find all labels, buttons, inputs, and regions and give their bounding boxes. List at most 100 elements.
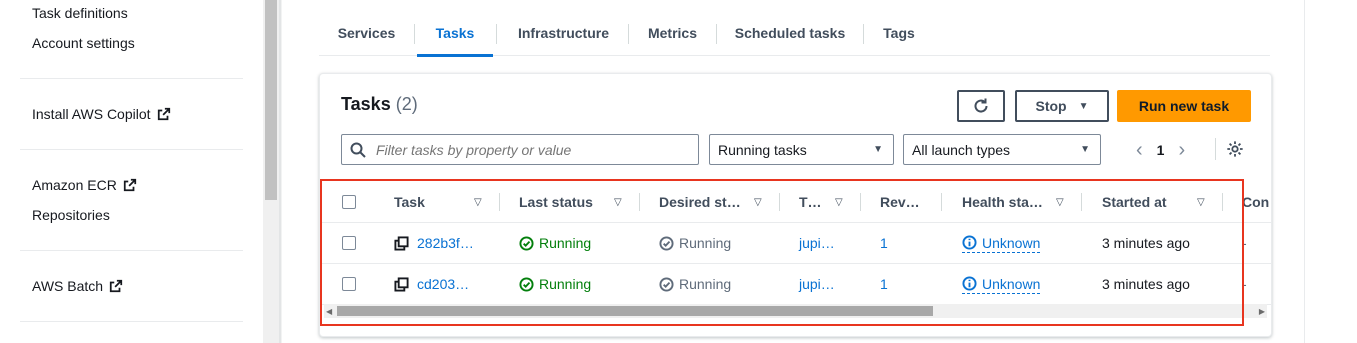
nav-link-amazon-ecr[interactable]: Amazon ECR (32, 177, 137, 193)
sort-icon[interactable]: ▽ (835, 182, 843, 222)
table-row: cd203… Running Running jupi… 1 Unknown 3… (320, 264, 1271, 305)
table-row: 282b3f… Running Running jupi… 1 Unknown … (320, 223, 1271, 264)
sort-icon[interactable]: ▽ (1197, 182, 1205, 222)
column-separator[interactable] (499, 193, 500, 211)
sort-icon[interactable]: ▽ (754, 182, 762, 222)
sort-icon[interactable]: ▽ (474, 182, 482, 222)
external-link-icon (123, 178, 136, 192)
task-count: (2) (395, 94, 418, 114)
column-separator[interactable] (941, 193, 942, 211)
column-header-task[interactable]: Task (394, 182, 425, 222)
scrollbar-thumb[interactable] (337, 306, 933, 316)
tab-tags[interactable]: Tags (864, 10, 934, 56)
nav-divider (20, 78, 243, 79)
task-definition-link[interactable]: jupi… (799, 223, 835, 263)
revision-link[interactable]: 1 (880, 223, 888, 263)
pagination: ‹ 1 › (1136, 136, 1185, 164)
column-header-last-status[interactable]: Last status (519, 182, 593, 222)
main-content: Services Tasks Infrastructure Metrics Sc… (282, 0, 1304, 343)
next-page-icon[interactable]: › (1178, 139, 1185, 162)
table-header-row: Task ▽ Last status ▽ Desired st… ▽ T… ▽ … (320, 182, 1271, 223)
revision-text: 1 (880, 235, 888, 251)
column-separator[interactable] (860, 193, 861, 211)
desired-status-select[interactable]: Running tasks ▼ (709, 134, 894, 165)
task-definition-link[interactable]: jupi… (799, 264, 835, 304)
nav-link-label: Install AWS Copilot (32, 106, 151, 122)
run-new-task-button[interactable]: Run new task (1117, 90, 1251, 122)
tab-tasks[interactable]: Tasks (417, 10, 493, 57)
tab-label: Scheduled tasks (734, 25, 846, 41)
filter-tasks-input[interactable] (374, 140, 688, 159)
tab-label: Infrastructure (517, 25, 610, 41)
tab-scheduled-tasks[interactable]: Scheduled tasks (717, 10, 863, 56)
column-separator[interactable] (1081, 193, 1082, 211)
container-cell: - (1242, 264, 1247, 304)
nav-link-aws-batch[interactable]: AWS Batch (32, 278, 123, 294)
task-definition-text: jupi… (799, 276, 835, 292)
launch-type-select[interactable]: All launch types ▼ (903, 134, 1101, 165)
container-text: - (1242, 276, 1247, 292)
filter-tasks-field[interactable] (341, 134, 699, 165)
last-status-cell: Running (519, 264, 591, 304)
revision-link[interactable]: 1 (880, 264, 888, 304)
nav-link-label: Task definitions (32, 5, 128, 21)
launch-select-value: All launch types (912, 141, 1011, 158)
row-checkbox[interactable] (342, 277, 356, 291)
page-number[interactable]: 1 (1157, 142, 1165, 158)
column-separator[interactable] (779, 193, 780, 211)
nav-divider (20, 321, 243, 322)
column-header-revision[interactable]: Rev… (880, 182, 920, 222)
health-status-popover[interactable]: Unknown (962, 275, 1041, 294)
desired-status-cell: Running (659, 264, 731, 304)
previous-page-icon[interactable]: ‹ (1136, 139, 1143, 162)
tab-infrastructure[interactable]: Infrastructure (497, 10, 630, 56)
task-cell: cd203… (394, 264, 469, 304)
nav-link-install-aws-copilot[interactable]: Install AWS Copilot (32, 106, 171, 122)
info-icon (962, 235, 977, 250)
last-status-cell: Running (519, 223, 591, 263)
task-id-link[interactable]: cd203… (417, 276, 469, 292)
tab-label: Tasks (435, 25, 475, 41)
column-separator[interactable] (639, 193, 640, 211)
tab-services[interactable]: Services (319, 10, 414, 56)
row-checkbox[interactable] (342, 236, 356, 250)
header-label: Task (394, 194, 425, 210)
search-icon (350, 142, 366, 158)
stop-button[interactable]: Stop ▼ (1015, 90, 1109, 122)
side-navigation: Task definitions Account settings Instal… (0, 0, 263, 343)
status-indicator: Running (519, 276, 591, 292)
column-header-desired-status[interactable]: Desired st… (659, 182, 741, 222)
sidebar-scrollbar-thumb[interactable] (265, 0, 277, 200)
nav-link-task-definitions[interactable]: Task definitions (32, 5, 128, 21)
run-button-label: Run new task (1138, 98, 1230, 114)
health-status-cell: Unknown (962, 223, 1041, 263)
copy-icon[interactable] (394, 235, 409, 251)
status-indicator: Running (659, 235, 731, 251)
column-separator[interactable] (1222, 193, 1223, 211)
check-circle-icon (659, 276, 674, 292)
pagination-separator (1215, 138, 1216, 160)
tab-label: Tags (883, 25, 915, 41)
header-label: Health sta… (962, 194, 1043, 210)
column-header-started-at[interactable]: Started at (1102, 182, 1167, 222)
task-id-link[interactable]: 282b3f… (417, 235, 474, 251)
scroll-right-arrow-icon[interactable]: ▶ (1259, 307, 1265, 316)
select-all-checkbox[interactable] (342, 195, 356, 209)
nav-link-repositories[interactable]: Repositories (32, 207, 110, 223)
scroll-left-arrow-icon[interactable]: ◀ (326, 307, 332, 316)
column-header-task-definition[interactable]: T… (799, 182, 822, 222)
refresh-button[interactable] (957, 90, 1005, 122)
sort-icon[interactable]: ▽ (1056, 182, 1064, 222)
desired-status-cell: Running (659, 223, 731, 263)
sort-icon[interactable]: ▽ (614, 182, 622, 222)
copy-icon[interactable] (394, 276, 409, 292)
gear-icon[interactable] (1226, 140, 1244, 158)
health-status-popover[interactable]: Unknown (962, 234, 1041, 253)
tab-metrics[interactable]: Metrics (629, 10, 716, 56)
nav-link-account-settings[interactable]: Account settings (32, 35, 135, 51)
table-horizontal-scrollbar[interactable]: ◀ ▶ (324, 304, 1267, 318)
tab-bar: Services Tasks Infrastructure Metrics Sc… (319, 10, 1270, 57)
sidebar-edge (279, 0, 281, 343)
column-header-health-status[interactable]: Health sta… (962, 182, 1043, 222)
column-header-container[interactable]: Con (1242, 182, 1269, 222)
